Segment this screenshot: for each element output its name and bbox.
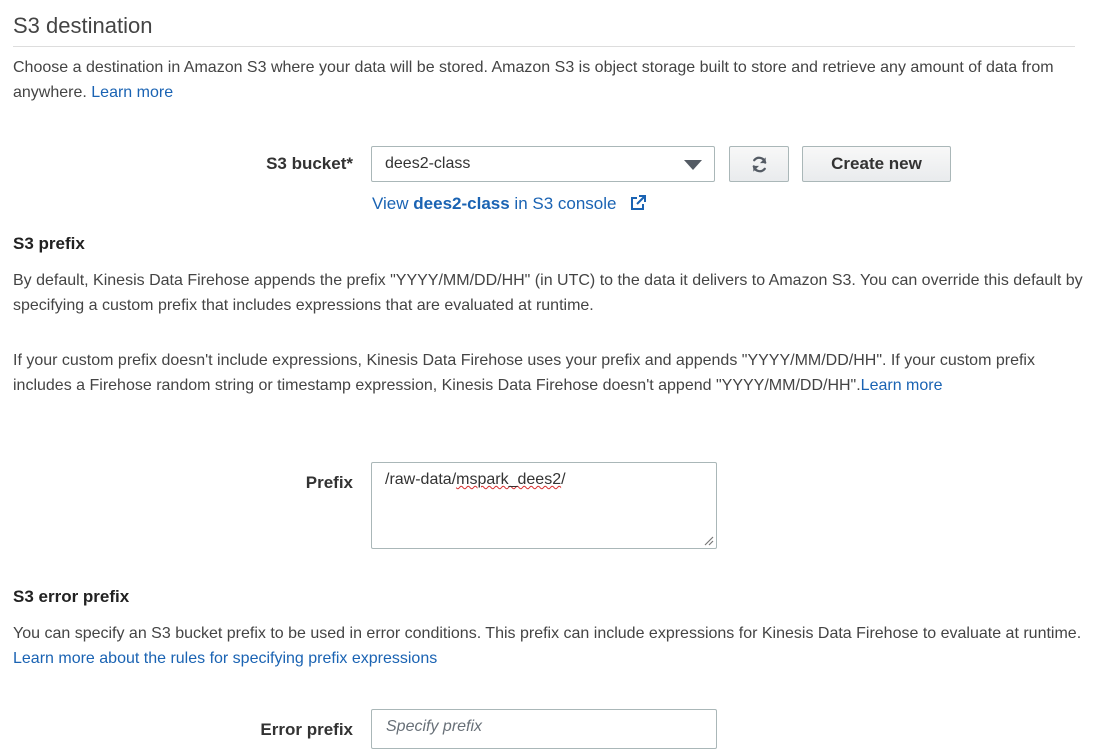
view-in-s3-console-link[interactable]: View dees2-class in S3 console <box>372 194 647 214</box>
prefix-value-part: /raw-data/ <box>385 471 457 488</box>
section-title: S3 destination <box>13 13 153 38</box>
learn-more-link[interactable]: Learn more <box>861 377 943 394</box>
external-link-icon <box>631 195 647 210</box>
prefix-textarea[interactable]: /raw-data/mspark_dees2/ <box>371 462 717 549</box>
s3-error-prefix-heading: S3 error prefix <box>13 587 130 606</box>
learn-more-link[interactable]: Learn more <box>91 84 173 101</box>
s3-bucket-select[interactable]: dees2-class <box>371 146 715 182</box>
s3-bucket-selected-value: dees2-class <box>385 155 471 172</box>
prefix-label: Prefix <box>305 473 353 492</box>
error-prefix-placeholder: Specify prefix <box>386 718 483 735</box>
caret-down-icon[interactable] <box>684 160 702 170</box>
title-divider <box>13 46 1075 47</box>
error-prefix-label: Error prefix <box>260 720 353 739</box>
s3-prefix-heading: S3 prefix <box>13 234 85 253</box>
error-prefix-input[interactable]: Specify prefix <box>371 709 717 749</box>
console-link-prefix: View <box>372 194 409 213</box>
refresh-button[interactable] <box>729 146 789 182</box>
error-prefix-paragraph: You can specify an S3 bucket prefix to b… <box>13 621 1083 671</box>
prefix-value: /raw-data/mspark_dees2/ <box>385 471 566 489</box>
prefix-rules-link[interactable]: Learn more about the rules for specifyin… <box>13 650 437 667</box>
prefix-value-misspelled: mspark_dees2 <box>456 471 562 488</box>
refresh-icon <box>752 156 767 173</box>
prefix-paragraph-2: If your custom prefix doesn't include ex… <box>13 348 1083 398</box>
console-link-bucket: dees2-class <box>413 194 510 213</box>
s3-bucket-label: S3 bucket* <box>266 154 353 173</box>
resize-grip-icon[interactable] <box>704 536 714 546</box>
create-new-button[interactable]: Create new <box>802 146 951 182</box>
error-prefix-paragraph-text: You can specify an S3 bucket prefix to b… <box>13 625 1082 642</box>
console-link-suffix: in S3 console <box>514 194 617 213</box>
prefix-value-part: / <box>561 471 566 488</box>
prefix-paragraph-1: By default, Kinesis Data Firehose append… <box>13 272 1083 314</box>
intro-paragraph: Choose a destination in Amazon S3 where … <box>13 55 1083 105</box>
